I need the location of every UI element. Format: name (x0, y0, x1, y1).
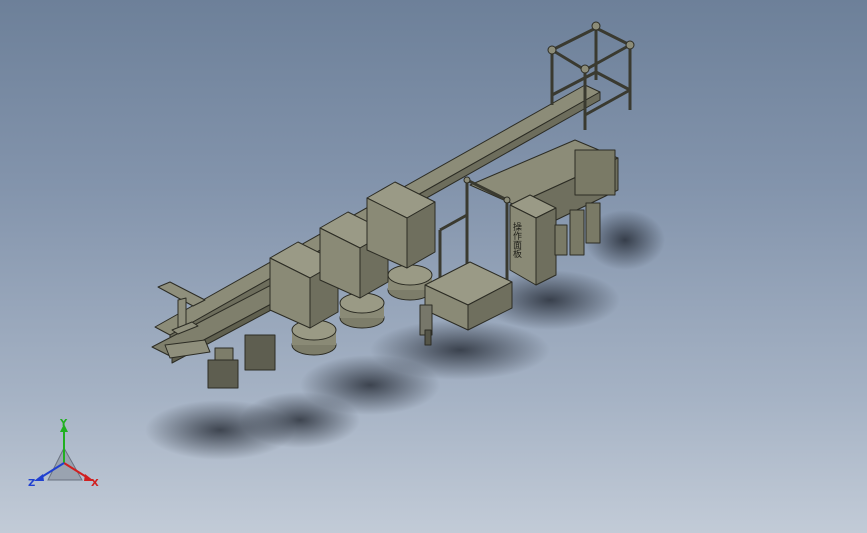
x-axis-label: X (91, 478, 99, 489)
z-axis-label: Z (28, 478, 35, 489)
sensor-cluster (207, 334, 276, 389)
axis-triad[interactable]: Y X Z (22, 418, 112, 498)
y-axis-label: Y (59, 418, 68, 429)
cylinder-2 (339, 292, 385, 329)
model-viewport[interactable]: 操作面板 (0, 0, 867, 533)
z-axis-arrow (34, 474, 44, 481)
panel-label: 操作面板 (511, 221, 522, 259)
